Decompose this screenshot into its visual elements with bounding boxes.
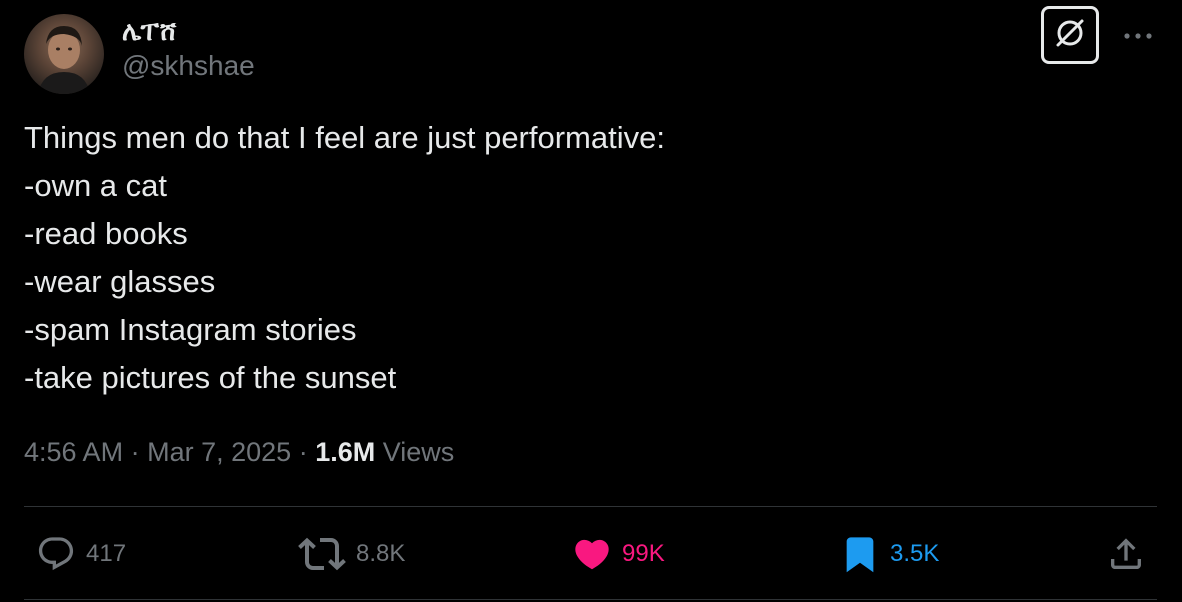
tweet-metadata: 4:56 AM · Mar 7, 2025 · 1.6M Views — [24, 437, 454, 468]
repost-button[interactable]: 8.8K — [298, 532, 405, 576]
share-button[interactable] — [1106, 532, 1146, 576]
display-name[interactable]: ሌፐሸ — [122, 16, 177, 48]
tweet-line: -spam Instagram stories — [24, 312, 357, 347]
bookmark-button[interactable]: 3.5K — [840, 532, 939, 576]
views-label: Views — [382, 437, 455, 467]
divider — [24, 599, 1157, 600]
avatar[interactable] — [24, 14, 104, 94]
tweet-text: Things men do that I feel are just perfo… — [24, 114, 665, 402]
tweet-line: -read books — [24, 216, 188, 251]
separator-dot: · — [130, 437, 148, 467]
repost-count: 8.8K — [356, 540, 406, 567]
grok-button[interactable] — [1041, 6, 1099, 64]
tweet-line: -own a cat — [24, 168, 168, 203]
bookmark-count: 3.5K — [890, 540, 940, 567]
repost-icon — [298, 530, 346, 578]
grok-icon — [1052, 15, 1088, 56]
reply-count: 417 — [86, 540, 127, 567]
username-handle[interactable]: @skhshae — [122, 50, 255, 82]
share-icon — [1106, 534, 1146, 574]
bookmark-icon — [840, 532, 880, 576]
separator-dot: · — [298, 437, 316, 467]
more-options-button[interactable] — [1120, 24, 1156, 48]
tweet-line: Things men do that I feel are just perfo… — [24, 120, 665, 155]
like-button[interactable]: 99K — [572, 532, 665, 576]
like-count: 99K — [622, 540, 665, 567]
tweet-date[interactable]: Mar 7, 2025 — [147, 437, 291, 467]
avatar-image — [38, 26, 90, 94]
views-count[interactable]: 1.6M — [315, 437, 375, 467]
more-horizontal-icon — [1123, 27, 1153, 45]
reply-button[interactable]: 417 — [36, 532, 126, 576]
divider — [24, 506, 1157, 507]
reply-icon — [36, 534, 76, 574]
heart-icon — [572, 534, 612, 574]
tweet-time[interactable]: 4:56 AM — [24, 437, 123, 467]
tweet-line: -wear glasses — [24, 264, 216, 299]
tweet-line: -take pictures of the sunset — [24, 360, 397, 395]
